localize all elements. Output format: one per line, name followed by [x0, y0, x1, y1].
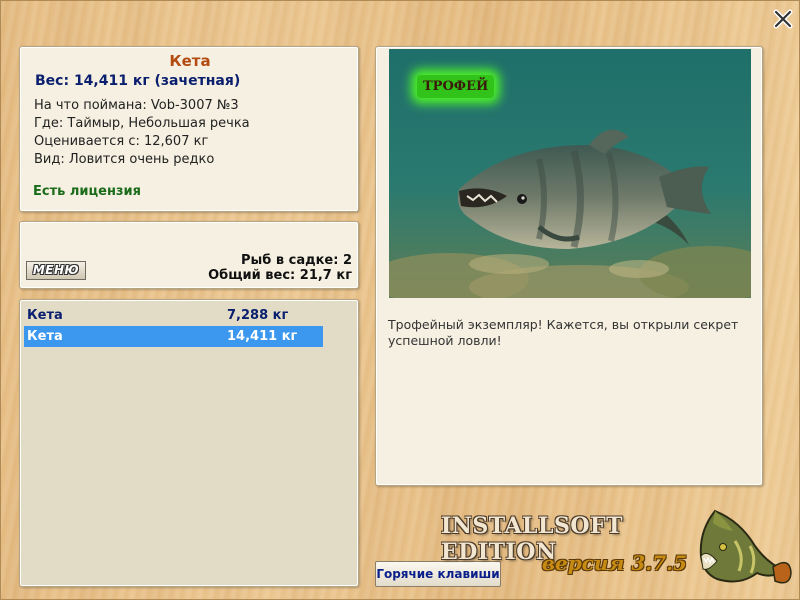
list-item-name: Кета	[27, 329, 63, 344]
brand-version: версия 3.7.5	[541, 551, 687, 575]
list-item-selected[interactable]: Кета 14,411 кг	[24, 326, 323, 347]
fish-detail-panel: ТРОФЕЙ Трофейный экземпляр! Кажется, вы …	[375, 46, 763, 486]
list-item-name: Кета	[27, 308, 63, 323]
fish-count: Рыб в садке: 2	[240, 253, 352, 268]
fish-info-panel: Кета Вес: 14,411 кг (зачетная) На что по…	[19, 46, 359, 212]
valued-from-text: Оценивается с: 12,607 кг	[34, 134, 209, 149]
cage-panel: МЕНЮ Рыб в садке: 2 Общий вес: 21,7 кг	[19, 221, 359, 289]
game-window: Кета Вес: 14,411 кг (зачетная) На что по…	[0, 0, 800, 600]
menu-button[interactable]: МЕНЮ	[26, 261, 86, 280]
close-icon[interactable]	[773, 9, 793, 29]
fish-photo: ТРОФЕЙ	[389, 49, 751, 298]
caught-on-text: На что поймана: Vob-3007 №3	[34, 98, 239, 113]
license-status: Есть лицензия	[33, 184, 141, 199]
trophy-badge: ТРОФЕЙ	[417, 75, 495, 98]
fish-name: Кета	[169, 52, 211, 70]
catch-list: Кета 7,288 кг Кета 14,411 кг	[19, 299, 359, 587]
fish-weight: Вес: 14,411 кг (зачетная)	[35, 73, 241, 89]
species-note-text: Вид: Ловится очень редко	[34, 152, 215, 167]
total-weight: Общий вес: 21,7 кг	[208, 268, 352, 283]
trophy-description: Трофейный экземпляр! Кажется, вы открыли…	[388, 317, 739, 348]
list-item-weight: 7,288 кг	[227, 308, 289, 323]
brand-block: INSTALLSOFT EDITION версия 3.7.5	[441, 513, 687, 575]
pike-logo	[695, 501, 793, 593]
location-text: Где: Таймыр, Небольшая речка	[34, 116, 250, 131]
list-item-weight: 14,411 кг	[227, 329, 298, 344]
list-item[interactable]: Кета 7,288 кг	[24, 305, 323, 326]
